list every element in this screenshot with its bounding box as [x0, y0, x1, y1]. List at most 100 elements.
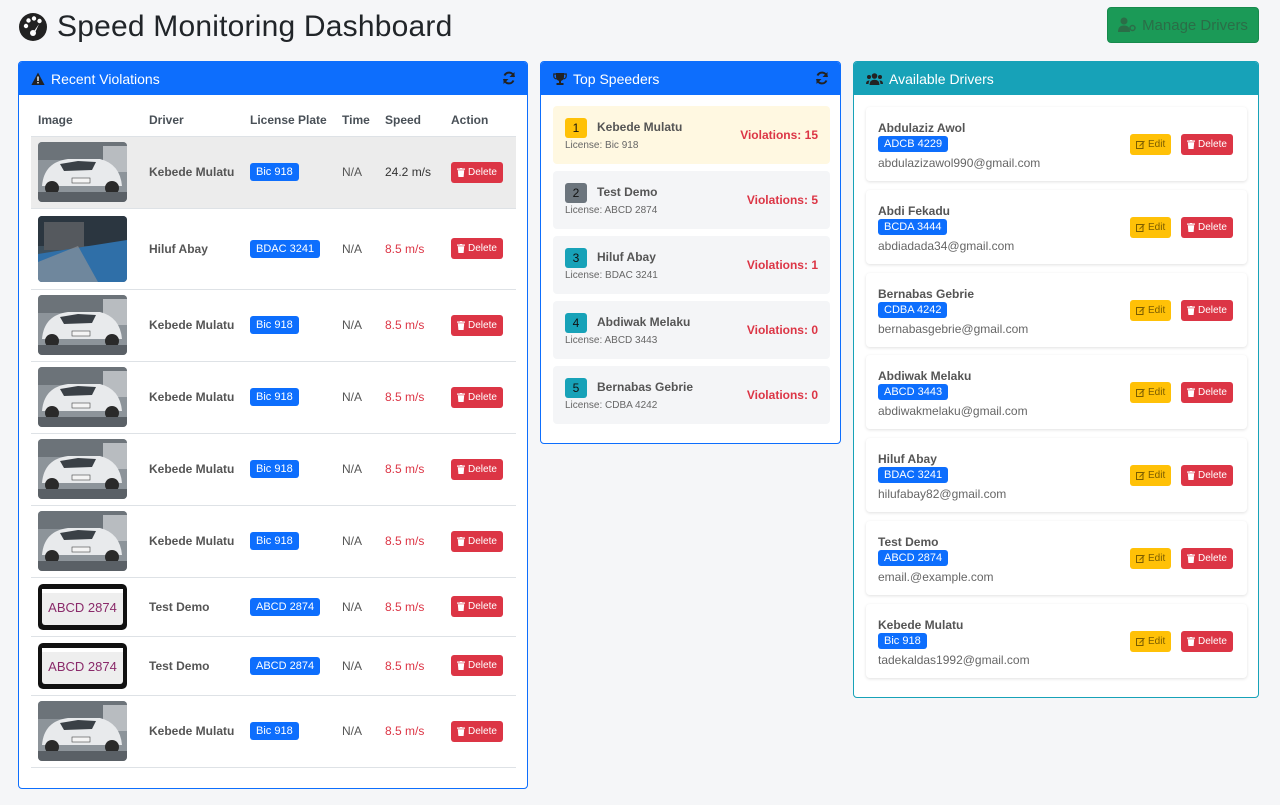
delete-label: Delete [468, 391, 497, 403]
delete-driver-button[interactable]: Delete [1181, 630, 1233, 652]
column-header-license-plate: License Plate [243, 104, 335, 137]
table-row: Kebede Mulatu Bic 918 N/A 8.5 m/s Delete [31, 505, 516, 578]
driver-name: Abdulaziz Awol [878, 121, 966, 135]
driver-item: Abdi Fekadu BCDA 3444 abdiadada34@gmail.co… [866, 189, 1247, 264]
violation-plate-cell: Bic 918 [243, 289, 335, 362]
violation-time: N/A [335, 636, 378, 696]
violation-image[interactable] [31, 136, 142, 209]
delete-label: Delete [1198, 221, 1227, 233]
delete-driver-button[interactable]: Delete [1181, 134, 1233, 155]
delete-label: Delete [1198, 304, 1227, 316]
trophy-icon [553, 72, 567, 85]
delete-violation-button[interactable]: Delete [451, 596, 503, 617]
delete-violation-button[interactable]: Delete [451, 314, 503, 336]
driver-email: abdulazizawol990@gmail.com [878, 156, 1041, 170]
violation-time: N/A [335, 695, 378, 768]
table-row: Kebede Mulatu Bic 918 N/A 8.5 m/s Delete [31, 695, 516, 768]
delete-violation-button[interactable]: Delete [451, 530, 503, 552]
edit-driver-button[interactable]: Edit [1130, 216, 1172, 238]
driver-email: hilufabay82@gmail.com [878, 487, 1007, 502]
driver-plate-badge: ABCD 3443 [878, 384, 949, 401]
speeder-violations: Violations: 15 [740, 128, 818, 142]
violation-plate-cell: Bic 918 [243, 433, 335, 506]
delete-driver-button[interactable]: Delete [1181, 548, 1233, 569]
driver-plate-badge: ABCD 2874 [878, 550, 949, 566]
driver-item: Abdiwak Melaku ABCD 3443 abdiwakmelaku@gma… [866, 355, 1247, 430]
license-plate-badge: ABCD 2874 [250, 597, 321, 616]
delete-violation-button[interactable]: Delete [451, 238, 503, 259]
speeder-item: 4 Abdiwak Melaku License: ABCD 3443 Violati… [553, 301, 830, 359]
trash-icon [457, 661, 465, 670]
table-row: Kebede Mulatu Bic 918 N/A 8.5 m/s Delete [31, 289, 516, 362]
violation-image[interactable] [31, 433, 142, 506]
license-plate-badge: ABCD 2874 [250, 656, 321, 675]
trash-icon [1187, 388, 1195, 398]
edit-driver-button[interactable]: Edit [1130, 382, 1172, 404]
delete-violation-button[interactable]: Delete [451, 161, 503, 183]
speeder-item: 2 Test Demo License: ABCD 2874 Violations: … [553, 171, 830, 229]
edit-driver-button[interactable]: Edit [1130, 465, 1172, 487]
edit-icon [1136, 554, 1145, 563]
violation-action-cell: Delete [444, 136, 516, 209]
delete-label: Delete [1198, 553, 1227, 564]
car-photo [38, 511, 127, 571]
table-row: Hiluf Abay BDAC 3241 N/A 8.5 m/s Delete [31, 208, 516, 290]
violation-image[interactable] [31, 505, 142, 578]
violation-image[interactable] [31, 208, 142, 290]
refresh-icon[interactable] [815, 71, 829, 85]
delete-driver-button[interactable]: Delete [1181, 465, 1233, 487]
delete-label: Delete [468, 601, 497, 612]
driver-email: abdiwakmelaku@gmail.com [878, 404, 1028, 419]
speeder-name: Bernabas Gebrie [597, 380, 694, 394]
rank-badge: 5 [565, 378, 587, 398]
violation-time: N/A [335, 289, 378, 362]
violation-image[interactable] [31, 361, 142, 434]
warning-icon [31, 72, 45, 85]
violation-action-cell: Delete [444, 208, 516, 290]
car-photo [38, 295, 127, 355]
trash-icon [457, 167, 465, 177]
edit-driver-button[interactable]: Edit [1130, 299, 1172, 321]
violation-action-cell: Delete [444, 289, 516, 362]
refresh-icon[interactable] [502, 71, 516, 85]
violation-image[interactable] [31, 289, 142, 362]
edit-driver-button[interactable]: Edit [1130, 134, 1172, 155]
recent-violations-header: Recent Violations [19, 62, 527, 95]
speeder-name: Abdiwak Melaku [597, 315, 691, 329]
violation-driver: Kebede Mulatu [142, 433, 243, 506]
license-plate-badge: Bic 918 [250, 460, 299, 478]
manage-drivers-button[interactable]: Manage Drivers [1107, 7, 1259, 43]
violation-speed: 8.5 m/s [378, 505, 444, 578]
violation-plate-cell: Bic 918 [243, 136, 335, 209]
violation-time: N/A [335, 361, 378, 434]
violation-time: N/A [335, 505, 378, 578]
speeder-item: 1 Kebede Mulatu License: Bic 918 Violations… [553, 106, 830, 164]
violation-image[interactable] [31, 695, 142, 768]
delete-driver-button[interactable]: Delete [1181, 216, 1233, 238]
violation-image[interactable]: ABCD 2874 [31, 577, 142, 637]
edit-driver-button[interactable]: Edit [1130, 630, 1172, 652]
delete-violation-button[interactable]: Delete [451, 386, 503, 408]
user-gear-icon [1118, 17, 1136, 32]
delete-label: Delete [1198, 139, 1227, 150]
delete-violation-button[interactable]: Delete [451, 720, 503, 742]
page-header: Speed Monitoring Dashboard [18, 8, 452, 46]
speeder-license: License: Bic 918 [565, 140, 639, 151]
violation-action-cell: Delete [444, 433, 516, 506]
delete-driver-button[interactable]: Delete [1181, 299, 1233, 321]
delete-violation-button[interactable]: Delete [451, 458, 503, 480]
top-speeders-title: Top Speeders [573, 70, 660, 87]
table-row: Kebede Mulatu Bic 918 N/A 8.5 m/s Delete [31, 361, 516, 434]
edit-driver-button[interactable]: Edit [1130, 548, 1172, 569]
trash-icon [1187, 636, 1195, 646]
trash-icon [457, 464, 465, 474]
violation-driver: Kebede Mulatu [142, 136, 243, 209]
violation-image[interactable]: ABCD 2874 [31, 636, 142, 696]
trash-icon [1187, 222, 1195, 232]
driver-item: Test Demo ABCD 2874 email.@example.com Edit… [866, 521, 1247, 595]
license-plate-badge: Bic 918 [250, 163, 299, 181]
edit-icon [1136, 389, 1145, 398]
rank-badge: 4 [565, 313, 587, 333]
delete-violation-button[interactable]: Delete [451, 655, 503, 676]
delete-driver-button[interactable]: Delete [1181, 382, 1233, 404]
